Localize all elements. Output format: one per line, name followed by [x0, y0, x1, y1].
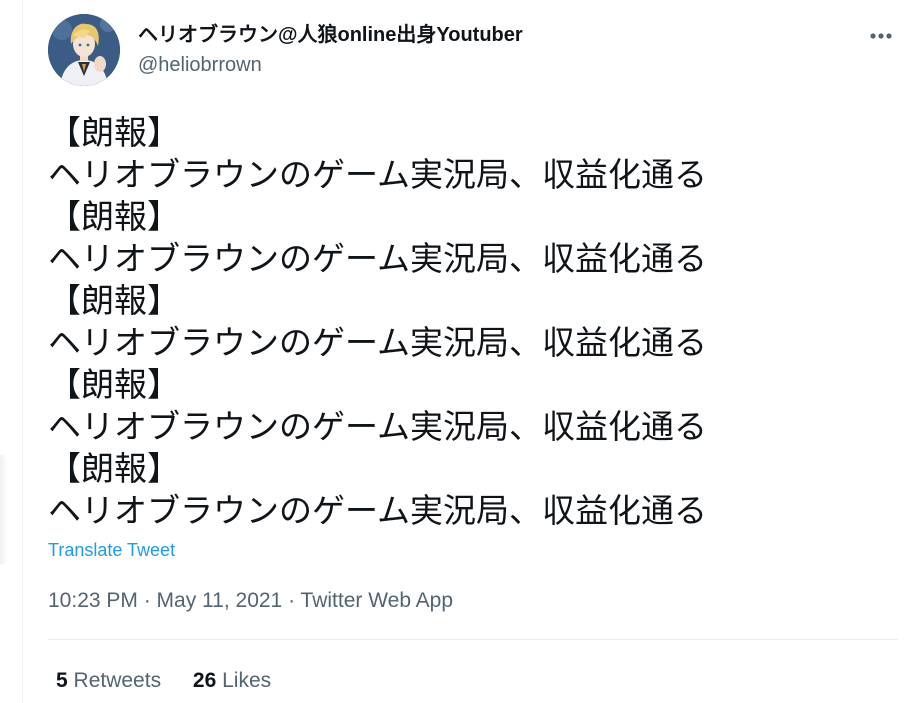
tweet-line: 【朗報】	[48, 449, 180, 488]
avatar[interactable]	[48, 14, 120, 86]
retweets-label: Retweets	[73, 669, 162, 692]
tweet-text: 【朗報】 ヘリオブラウンのゲーム実況局、収益化通る 【朗報】 ヘリオブラウンのゲ…	[48, 112, 898, 532]
tweet-line: ヘリオブラウンのゲーム実況局、収益化通る	[48, 239, 708, 278]
tweet-line: ヘリオブラウンのゲーム実況局、収益化通る	[48, 491, 708, 530]
tweet-stats: 5 Retweets 26 Likes	[56, 669, 297, 693]
tweet-line: 【朗報】	[48, 281, 180, 320]
avatar-illustration-icon	[48, 14, 120, 86]
tweet-line: ヘリオブラウンのゲーム実況局、収益化通る	[48, 155, 708, 194]
translate-tweet-link[interactable]: Translate Tweet	[48, 540, 175, 561]
tweet: ヘリオブラウン@人狼online出身Youtuber @heliobrrown …	[48, 14, 898, 692]
side-shadow	[0, 455, 8, 565]
author-handle[interactable]: @heliobrrown	[138, 52, 523, 78]
likes-count: 26	[192, 669, 217, 692]
tweet-timestamp-source[interactable]: 10:23 PM · May 11, 2021 · Twitter Web Ap…	[48, 589, 453, 613]
author-names: ヘリオブラウン@人狼online出身Youtuber @heliobrrown	[138, 22, 523, 78]
likes-stat[interactable]: 26 Likes	[193, 669, 271, 692]
likes-label: Likes	[222, 669, 272, 692]
timeline-left-border	[22, 0, 23, 703]
retweets-stat[interactable]: 5 Retweets	[56, 669, 161, 692]
divider	[48, 639, 898, 640]
tweet-line: ヘリオブラウンのゲーム実況局、収益化通る	[48, 323, 708, 362]
retweets-count: 5	[56, 669, 68, 692]
author-display-name[interactable]: ヘリオブラウン@人狼online出身Youtuber	[138, 22, 523, 48]
more-options-button[interactable]	[864, 24, 898, 48]
more-horizontal-icon	[870, 33, 892, 39]
tweet-line: 【朗報】	[48, 365, 180, 404]
tweet-line: 【朗報】	[48, 197, 180, 236]
tweet-line: 【朗報】	[48, 113, 180, 152]
tweet-line: ヘリオブラウンのゲーム実況局、収益化通る	[48, 407, 708, 446]
tweet-header: ヘリオブラウン@人狼online出身Youtuber @heliobrrown	[48, 14, 898, 88]
